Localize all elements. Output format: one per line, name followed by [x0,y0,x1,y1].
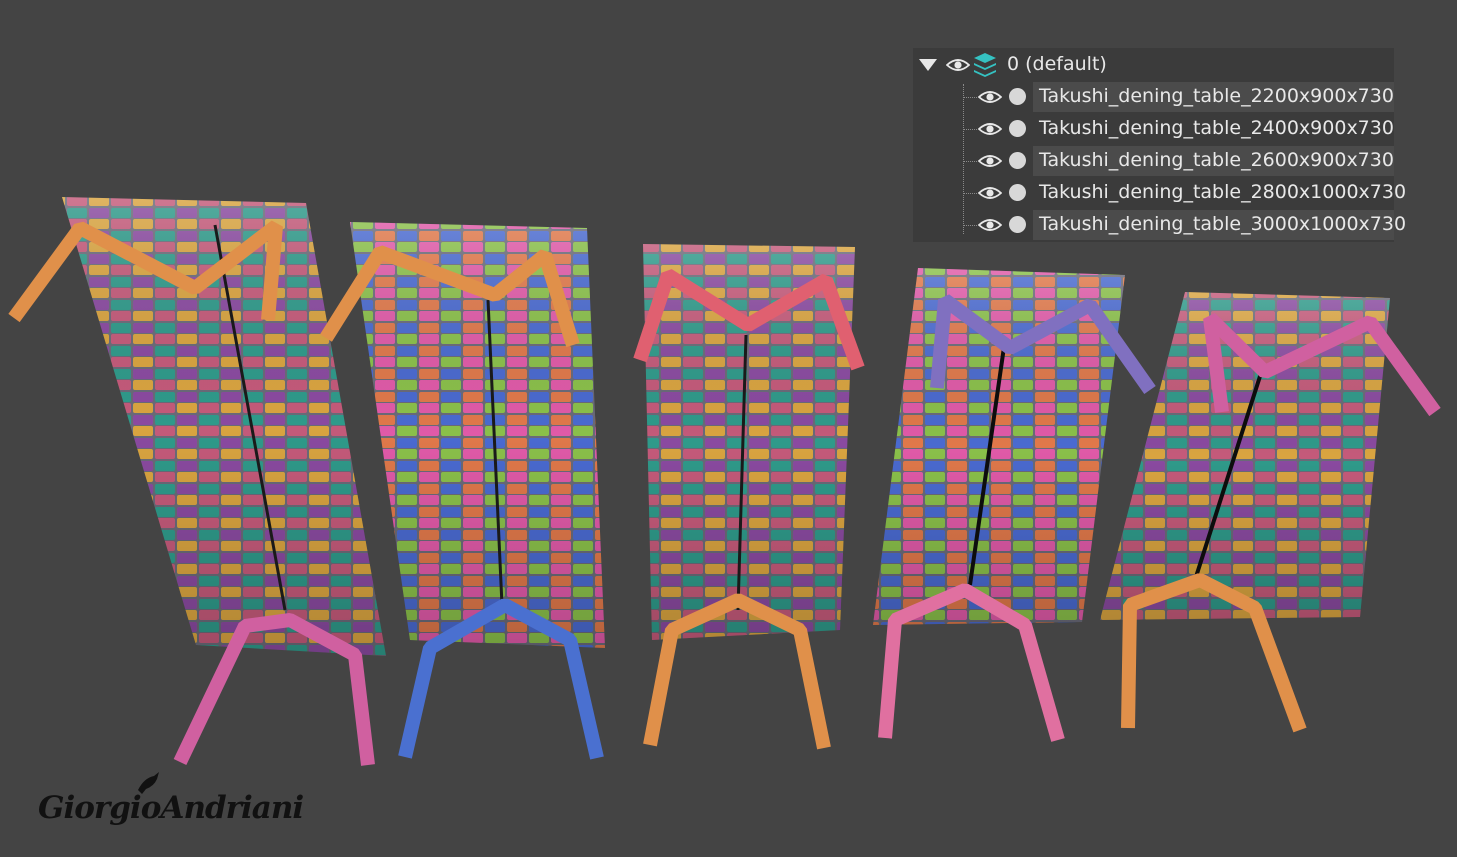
root-layer-row[interactable]: 0 (default) [913,50,1394,80]
layers-stack-icon [973,52,997,78]
tree-branch [963,129,977,130]
layer-row[interactable]: Takushi_dening_table_3000x1000x730 [913,210,1406,240]
signature: GiorgioAndriani [38,790,304,826]
eye-icon[interactable] [978,218,1002,232]
layer-name-field[interactable]: Takushi_dening_table_2400x900x730 [1033,114,1394,144]
eye-icon[interactable] [978,90,1002,104]
table-model[interactable] [633,244,865,750]
layer-name: Takushi_dening_table_2200x900x730 [1039,85,1394,107]
layer-explorer: 0 (default) Takushi_dening_table_2200x90… [913,48,1406,242]
layer-row[interactable]: Takushi_dening_table_2200x900x730 [913,82,1394,112]
layer-row[interactable]: Takushi_dening_table_2800x1000x730 [913,178,1406,208]
layer-name-field[interactable]: Takushi_dening_table_2600x900x730 [1033,146,1394,176]
layer-name-field[interactable]: Takushi_dening_table_2200x900x730 [1033,82,1394,112]
layer-dot-icon[interactable] [1009,184,1026,201]
eye-icon[interactable] [978,154,1002,168]
layer-dot-icon[interactable] [1009,88,1026,105]
table-model[interactable] [873,268,1156,742]
table-model[interactable] [320,222,605,760]
layer-dot-icon[interactable] [1009,152,1026,169]
tree-branch [963,161,977,162]
tree-branch [963,225,977,226]
layer-name: Takushi_dening_table_2400x900x730 [1039,117,1394,139]
table-model[interactable] [1100,292,1441,733]
expand-triangle-icon[interactable] [919,59,937,71]
table-model[interactable] [8,197,386,766]
layer-dot-icon[interactable] [1009,216,1026,233]
layer-name: Takushi_dening_table_2800x1000x730 [1039,181,1407,203]
layer-name-field[interactable]: Takushi_dening_table_3000x1000x730 [1033,210,1406,240]
eye-icon[interactable] [946,58,970,72]
tree-branch [963,193,977,194]
layer-name: Takushi_dening_table_2600x900x730 [1039,149,1394,171]
tree-branch [963,97,977,98]
layer-row[interactable]: Takushi_dening_table_2600x900x730 [913,146,1394,176]
root-layer-label: 0 (default) [1007,53,1107,75]
layer-dot-icon[interactable] [1009,120,1026,137]
eye-icon[interactable] [978,186,1002,200]
eye-icon[interactable] [978,122,1002,136]
layer-name: Takushi_dening_table_3000x1000x730 [1039,213,1407,235]
layer-name-field[interactable]: Takushi_dening_table_2800x1000x730 [1033,178,1406,208]
layer-row[interactable]: Takushi_dening_table_2400x900x730 [913,114,1394,144]
